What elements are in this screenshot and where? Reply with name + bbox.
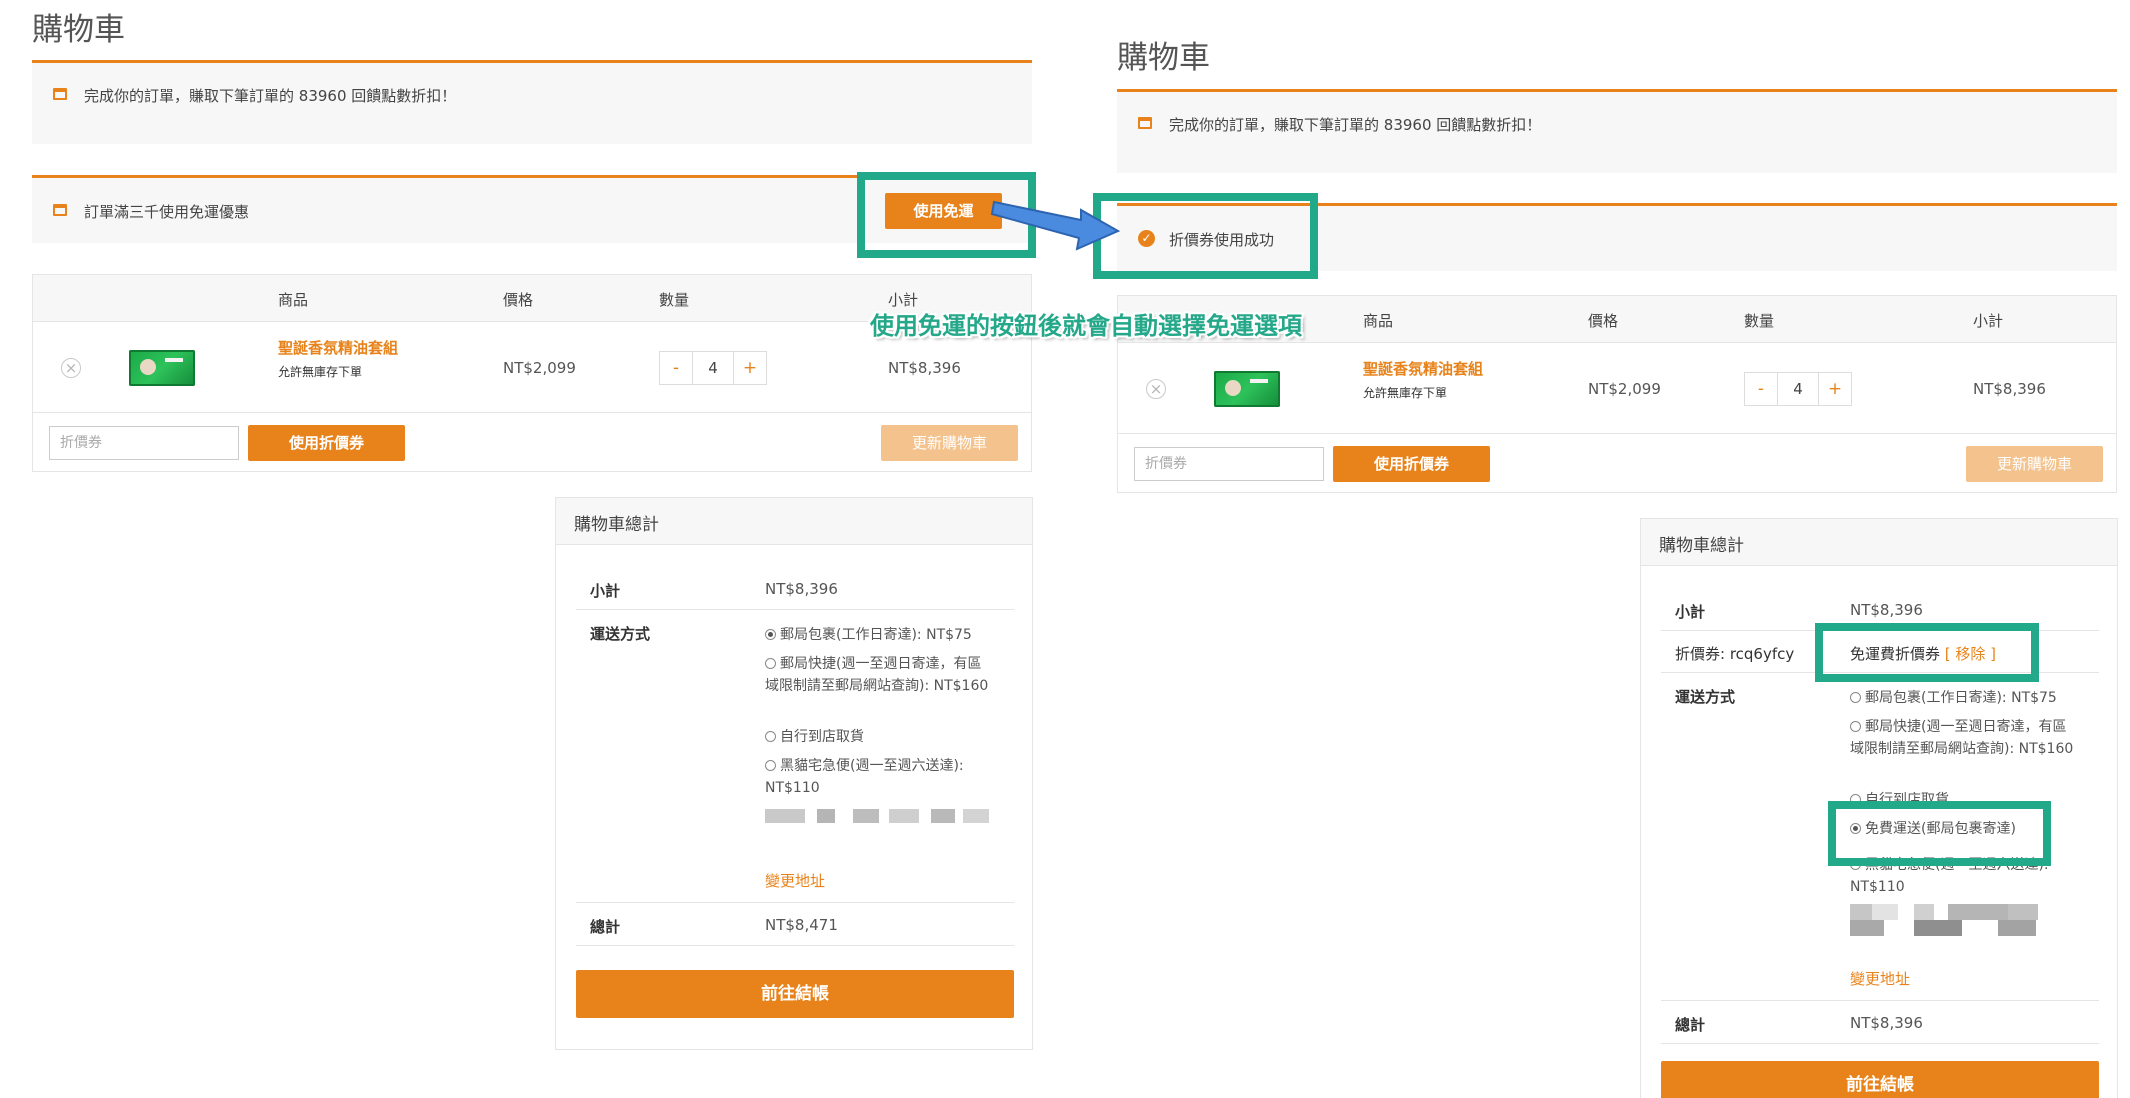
annotation-caption: 使用免運的按鈕後就會自動選擇免運選項 xyxy=(870,312,1302,340)
arrow-shape xyxy=(990,200,1121,251)
arrow-icon xyxy=(990,200,1121,251)
